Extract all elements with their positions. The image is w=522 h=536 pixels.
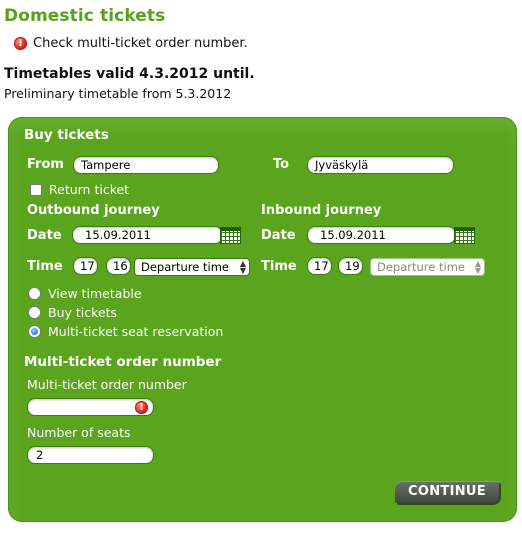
error-message: ! Check multi-ticket order number.: [14, 36, 248, 51]
error-text: Check multi-ticket order number.: [33, 36, 248, 51]
seats-label: Number of seats: [27, 425, 131, 440]
outbound-date-input[interactable]: 15.09.2011: [72, 226, 223, 244]
seats-input[interactable]: 2: [27, 446, 154, 464]
buy-tickets-radio[interactable]: [28, 306, 41, 319]
error-icon: !: [14, 37, 27, 50]
preliminary-timetable: Preliminary timetable from 5.3.2012: [4, 86, 232, 101]
inbound-time-label: Time: [261, 259, 297, 274]
field-error-icon: !: [135, 401, 148, 414]
inbound-hour-input[interactable]: 17: [307, 257, 332, 275]
multi-ticket-radio[interactable]: [28, 325, 41, 338]
outbound-time-type-select[interactable]: Departure time ▲ ▼: [134, 258, 250, 276]
to-label: To: [273, 157, 290, 172]
outbound-date-label: Date: [27, 228, 62, 243]
inbound-time-type-value: Departure time: [377, 260, 465, 274]
inbound-time-type-select[interactable]: Departure time ▲ ▼: [370, 258, 485, 276]
outbound-time-label: Time: [27, 259, 63, 274]
inbound-date-label: Date: [261, 228, 296, 243]
view-timetable-radio[interactable]: [28, 287, 41, 300]
return-ticket-label[interactable]: Return ticket: [49, 182, 129, 197]
form-heading: Buy tickets: [24, 127, 109, 143]
multi-ticket-label[interactable]: Multi-ticket seat reservation: [48, 324, 223, 339]
from-label: From: [27, 157, 64, 172]
select-arrows-icon: ▲ ▼: [474, 259, 481, 275]
multi-ticket-heading: Multi-ticket order number: [24, 354, 222, 370]
page-title: Domestic tickets: [4, 6, 166, 26]
outbound-minute-input[interactable]: 16: [106, 257, 131, 275]
return-ticket-checkbox[interactable]: [30, 183, 42, 196]
select-arrows-icon: ▲ ▼: [239, 259, 246, 275]
view-timetable-label[interactable]: View timetable: [48, 286, 142, 301]
inbound-date-input[interactable]: 15.09.2011: [307, 226, 456, 244]
multi-ticket-field-label: Multi-ticket order number: [27, 377, 187, 392]
inbound-calendar-icon[interactable]: [454, 227, 475, 244]
outbound-calendar-icon[interactable]: [220, 227, 241, 244]
buy-tickets-label[interactable]: Buy tickets: [48, 305, 117, 320]
outbound-time-type-value: Departure time: [141, 260, 229, 274]
inbound-heading: Inbound journey: [261, 203, 382, 218]
to-input[interactable]: Jyväskylä: [307, 156, 454, 174]
continue-button[interactable]: CONTINUE: [395, 481, 499, 503]
outbound-heading: Outbound journey: [27, 203, 160, 218]
timetable-validity: Timetables valid 4.3.2012 until.: [4, 66, 255, 82]
from-input[interactable]: Tampere: [73, 156, 219, 174]
inbound-minute-input[interactable]: 19: [338, 257, 363, 275]
outbound-hour-input[interactable]: 17: [73, 257, 98, 275]
